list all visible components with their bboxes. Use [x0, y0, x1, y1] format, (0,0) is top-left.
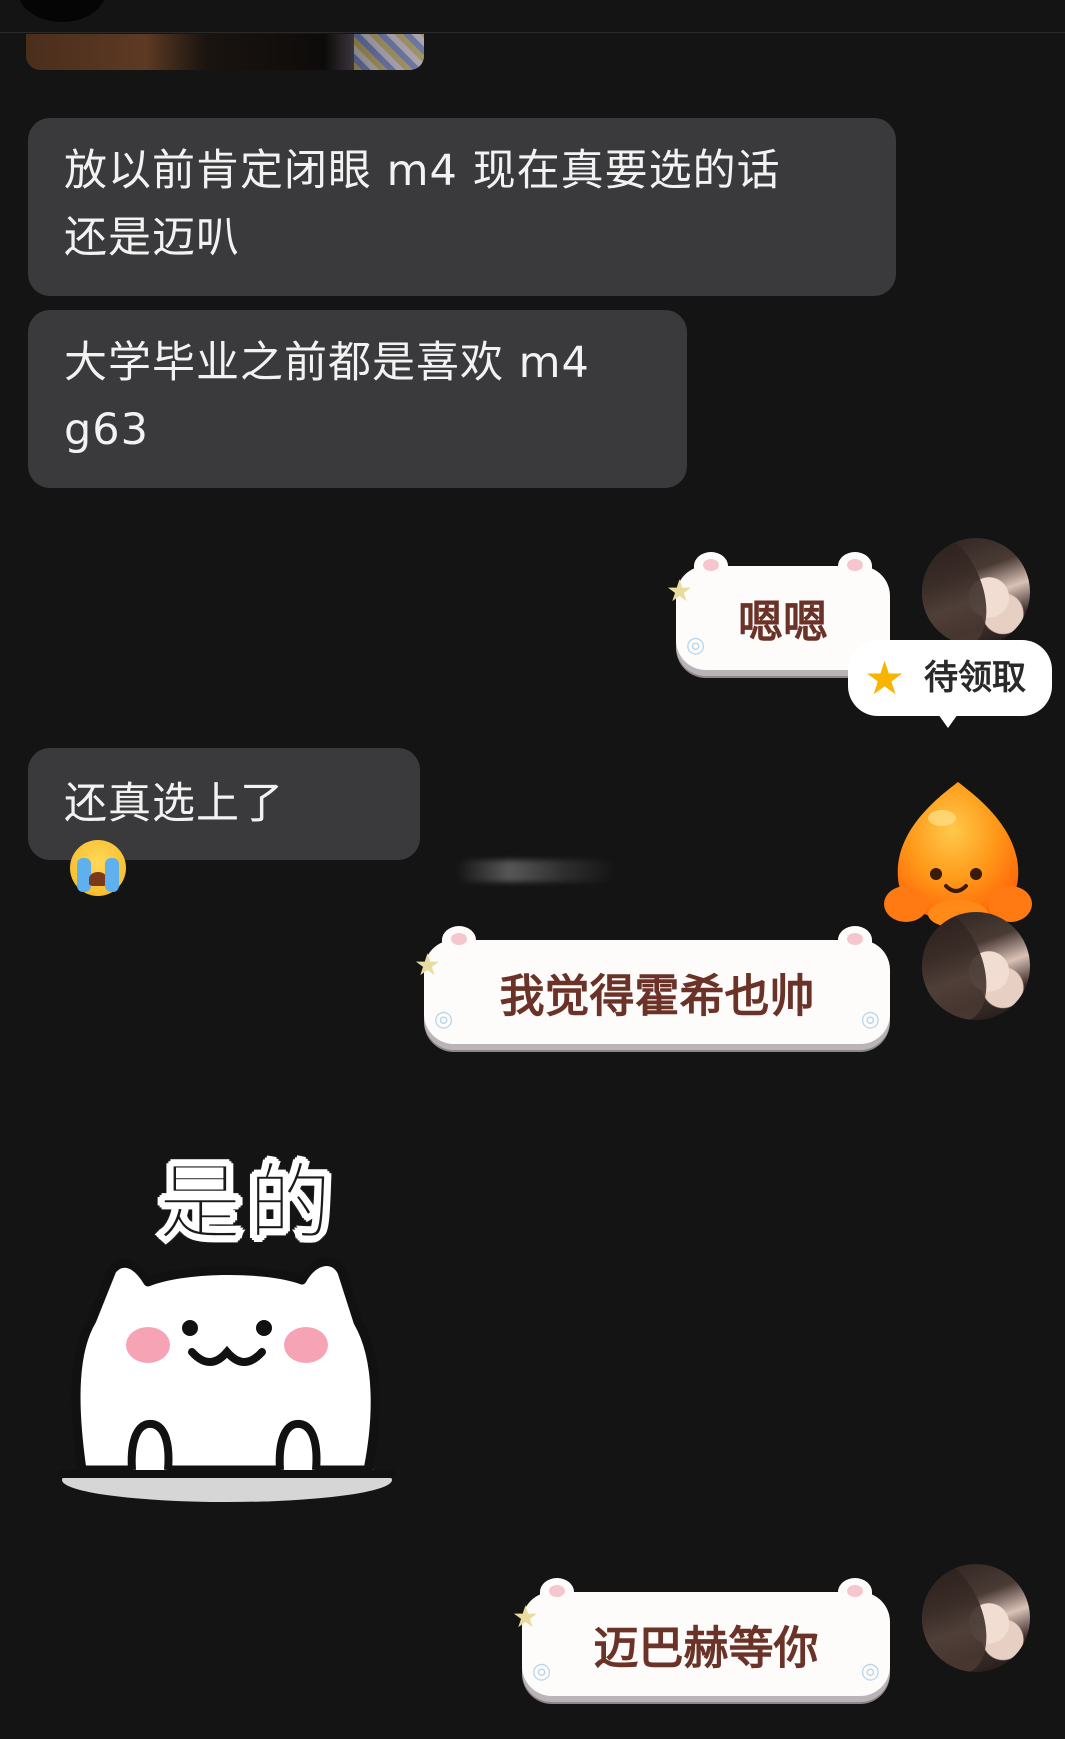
message-text-line: 放以前肯定闭眼 m4 现在真要选的话: [64, 146, 781, 196]
bubble-ear-decoration: [838, 1578, 872, 1606]
message-text: 迈巴赫等你: [593, 1621, 819, 1675]
orange-blob-mascot-icon[interactable]: [880, 778, 1036, 934]
incoming-message[interactable]: 还真选上了: [28, 748, 420, 896]
image-message-partial[interactable]: [26, 34, 424, 70]
message-text-line: 还是迈叭: [64, 213, 240, 263]
badge-label: 待领取: [924, 658, 1026, 698]
avatar[interactable]: [922, 912, 1030, 1020]
message-text: 还真选上了: [64, 779, 284, 829]
message-text-line: 大学毕业之前都是喜欢 m4: [64, 338, 590, 388]
avatar-hair: [922, 912, 999, 1020]
bubble-ear-decoration: [442, 926, 476, 954]
bubble-ear-decoration: [838, 926, 872, 954]
incoming-message[interactable]: 放以前肯定闭眼 m4 现在真要选的话 还是迈叭: [28, 118, 896, 296]
message-text-line: g63: [64, 405, 150, 455]
bubble-ear-decoration: [540, 1578, 574, 1606]
blurred-text: [456, 860, 616, 882]
cat-sticker[interactable]: 是的: [52, 1140, 402, 1520]
incoming-message[interactable]: 大学毕业之前都是喜欢 m4 g63: [28, 310, 687, 488]
star-icon: ★: [864, 651, 906, 705]
bubble-ear-decoration: [838, 552, 872, 580]
outgoing-message[interactable]: ★ ◎ ◎ 迈巴赫等你: [512, 1578, 890, 1696]
crying-emoji-icon: [70, 840, 126, 896]
avatar[interactable]: [18, 0, 106, 22]
claim-reward-badge[interactable]: ★ 待领取: [848, 640, 1052, 728]
header-divider: [0, 32, 1065, 33]
avatar[interactable]: [922, 1564, 1030, 1672]
avatar[interactable]: [922, 538, 1030, 646]
avatar-hair: [922, 538, 999, 646]
avatar-hair: [922, 1564, 999, 1672]
bubble-ear-decoration: [694, 552, 728, 580]
message-text: 嗯嗯: [737, 595, 828, 649]
message-text: 我觉得霍希也帅: [499, 969, 815, 1023]
cat-sticker-icon: [58, 1257, 396, 1502]
chat-screen: 放以前肯定闭眼 m4 现在真要选的话 还是迈叭 大学毕业之前都是喜欢 m4 g6…: [0, 0, 1065, 1739]
outgoing-message[interactable]: ★ ◎ ◎ 我觉得霍希也帅: [414, 926, 890, 1044]
